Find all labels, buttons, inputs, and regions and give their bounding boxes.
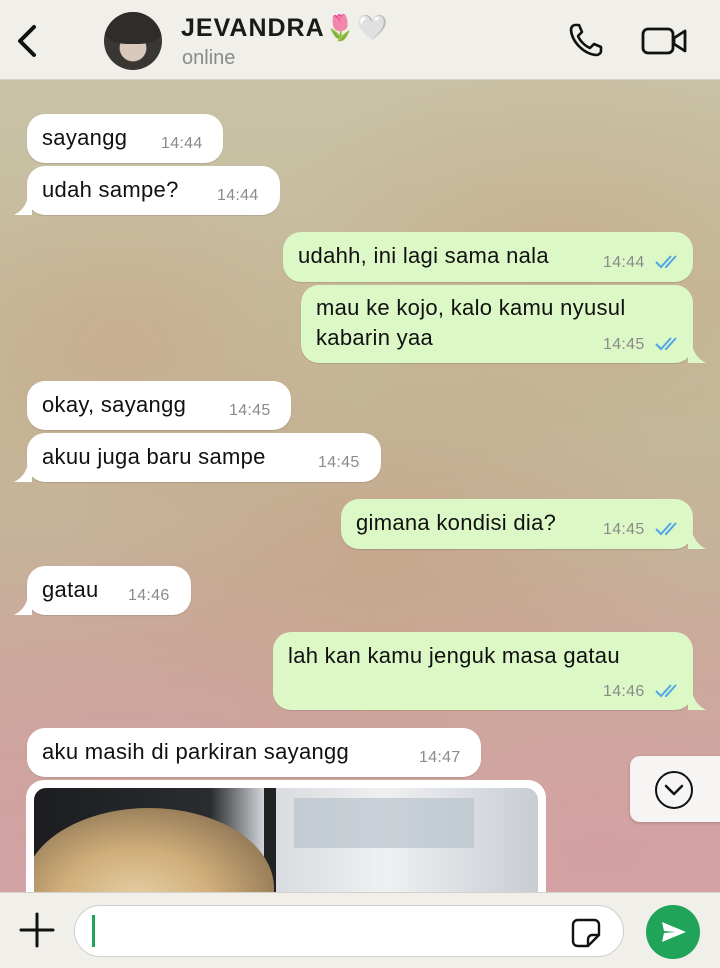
message-text: mau ke kojo, kalo kamu nyusul	[316, 295, 626, 320]
message-text: sayangg	[42, 125, 128, 150]
double-check-icon	[655, 255, 677, 269]
message-text: kabarin yaa	[316, 325, 434, 350]
bubble-tail	[14, 464, 32, 482]
bubble-tail	[688, 692, 706, 710]
send-icon	[662, 922, 686, 942]
double-check-icon	[655, 337, 677, 351]
message-text: okay, sayangg	[42, 392, 187, 417]
message-time: 14:44	[161, 135, 203, 152]
message-bubble-incoming[interactable]: akuu juga baru sampe 14:45	[27, 433, 381, 482]
message-text: gimana kondisi dia?	[356, 510, 557, 535]
message-time: 14:44	[217, 187, 259, 204]
message-time: 14:45	[318, 454, 360, 471]
double-check-icon	[655, 684, 677, 698]
photo-preview[interactable]	[34, 788, 538, 892]
message-text: udah sampe?	[42, 177, 179, 202]
send-button[interactable]	[646, 905, 700, 959]
avatar[interactable]	[104, 12, 162, 70]
chat-header: JEVANDRA🌷🤍 online	[0, 0, 720, 80]
message-bubble-outgoing[interactable]: gimana kondisi dia? 14:45	[341, 499, 693, 549]
call-icon[interactable]	[566, 20, 606, 60]
message-time: 14:46	[128, 587, 170, 604]
message-bubble-incoming[interactable]: sayangg 14:44	[27, 114, 223, 163]
video-icon[interactable]	[640, 24, 688, 58]
scroll-to-bottom-button[interactable]	[630, 756, 720, 822]
message-time: 14:47	[419, 749, 461, 766]
message-time: 14:45	[229, 402, 271, 419]
chevron-down-icon	[655, 771, 693, 809]
composer-bar	[0, 892, 720, 968]
message-bubble-outgoing[interactable]: mau ke kojo, kalo kamu nyusul kabarin ya…	[301, 285, 693, 363]
message-bubble-incoming[interactable]: gatau 14:46	[27, 566, 191, 615]
image-message[interactable]	[26, 780, 546, 892]
message-bubble-incoming[interactable]: aku masih di parkiran sayangg 14:47	[27, 728, 481, 777]
message-bubble-outgoing[interactable]: lah kan kamu jenguk masa gatau 14:46	[273, 632, 693, 710]
double-check-icon	[655, 522, 677, 536]
bubble-tail	[688, 345, 706, 363]
message-input[interactable]	[74, 905, 624, 957]
sticker-icon[interactable]	[570, 917, 602, 949]
message-time: 14:44	[603, 254, 645, 271]
message-bubble-incoming[interactable]: okay, sayangg 14:45	[27, 381, 291, 430]
back-icon[interactable]	[12, 22, 44, 60]
message-time: 14:45	[603, 521, 645, 538]
message-bubble-incoming[interactable]: udah sampe? 14:44	[27, 166, 280, 215]
message-text: aku masih di parkiran sayangg	[42, 739, 350, 764]
contact-status: online	[182, 47, 236, 69]
plus-icon[interactable]	[18, 911, 56, 949]
text-caret	[92, 915, 95, 947]
message-text: gatau	[42, 577, 99, 602]
contact-name[interactable]: JEVANDRA🌷🤍	[181, 14, 389, 43]
message-time: 14:45	[603, 336, 645, 353]
message-text: akuu juga baru sampe	[42, 444, 266, 469]
bubble-tail	[688, 531, 706, 549]
message-time: 14:46	[603, 683, 645, 700]
bubble-tail	[14, 597, 32, 615]
chat-area[interactable]: sayangg 14:44 udah sampe? 14:44 udahh, i…	[0, 80, 720, 892]
message-text: lah kan kamu jenguk masa gatau	[288, 643, 620, 668]
message-bubble-outgoing[interactable]: udahh, ini lagi sama nala 14:44	[283, 232, 693, 282]
bubble-tail	[14, 197, 32, 215]
message-text: udahh, ini lagi sama nala	[298, 243, 549, 268]
